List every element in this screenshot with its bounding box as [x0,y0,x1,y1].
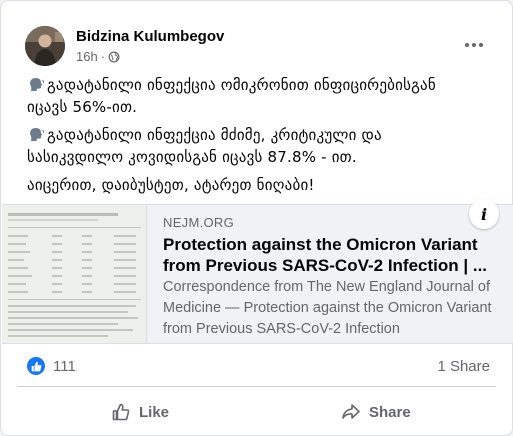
like-reaction-icon [27,357,45,375]
reaction-summary[interactable]: 111 [27,357,76,375]
share-count[interactable]: 1 Share [437,358,490,375]
like-label: Like [139,403,170,421]
post-text-line: აიცერით, დაიბუსტეთ, ატარეთ ნიღაბი! [27,175,315,195]
thumbs-up-icon [112,403,130,421]
post-meta: 16h · [76,49,120,64]
divider [17,386,496,387]
more-options-button[interactable] [459,35,489,55]
post-time[interactable]: 16h [76,49,98,64]
like-button[interactable]: Like [111,395,169,429]
share-button[interactable]: Share [341,395,411,429]
reaction-count: 111 [53,357,76,375]
post-text-5: აიცერით, დაიბუსტეთ, ატარეთ ნიღაბი! [27,176,315,194]
post-text-line: სასიკვდილო კოვიდისგან იცავს 87.8% - ით. [27,147,357,167]
share-arrow-icon [342,404,360,419]
more-horizontal-icon [465,43,469,47]
post-card: Bidzina Kulumbegov 16h · გადატანილი ინფე… [0,0,513,436]
post-text-line: გადატანილი ინფექცია ომიკრონით ინფიცირები… [27,75,436,95]
avatar[interactable] [25,26,65,66]
link-title[interactable]: Protection against the Omicron Variant f… [163,234,488,276]
globe-icon [108,51,120,62]
post-text-3: გადატანილი ინფექცია მძიმე, კრიტიკული და [47,126,382,144]
meta-separator: · [100,49,106,64]
info-icon[interactable]: i [469,199,499,229]
speaking-head-icon [30,78,45,91]
speaking-head-icon [30,128,45,141]
link-description: Correspondence from The New England Jour… [163,279,492,337]
link-thumbnail [2,205,147,343]
post-text-1: გადატანილი ინფექცია ომიკრონით ინფიცირები… [47,76,436,94]
post-text-4: სასიკვდილო კოვიდისგან იცავს 87.8% - ით. [27,148,357,166]
author-name[interactable]: Bidzina Kulumbegov [76,28,224,45]
share-label: Share [369,403,411,421]
post-text-line: იცავს 56%-ით. [27,97,137,117]
post-text-2: იცავს 56%-ით. [27,98,138,116]
link-domain: NEJM.ORG [163,215,235,230]
post-text-line: გადატანილი ინფექცია მძიმე, კრიტიკული და [27,125,382,145]
link-preview[interactable]: NEJM.ORG Protection against the Omicron … [2,199,513,344]
